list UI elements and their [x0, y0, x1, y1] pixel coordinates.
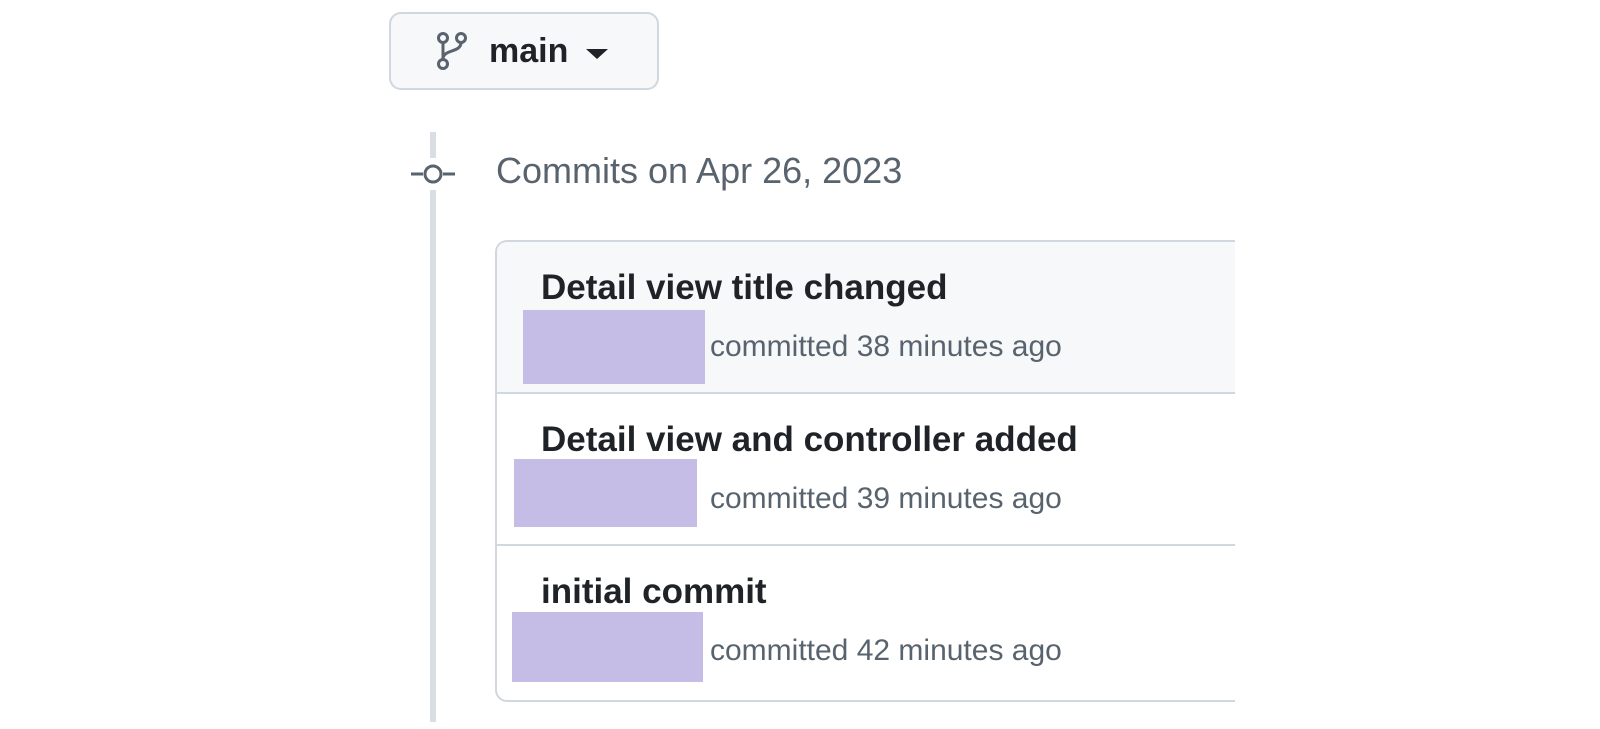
- commit-title-link[interactable]: Detail view and controller added: [541, 420, 1078, 460]
- caret-down-icon: [586, 49, 609, 59]
- commit-title-link[interactable]: Detail view title changed: [541, 268, 948, 308]
- commit-meta: committed 42 minutes ago: [710, 634, 1062, 667]
- commit-title-link[interactable]: initial commit: [541, 572, 767, 612]
- author-redacted: [514, 459, 697, 527]
- commit-group-heading: Commits on Apr 26, 2023: [496, 150, 903, 191]
- git-branch-icon: [437, 32, 467, 70]
- commit-meta: committed 39 minutes ago: [710, 482, 1062, 515]
- branch-name: main: [489, 31, 569, 70]
- commit-row[interactable]: Detail view title changed committed 38 m…: [497, 242, 1235, 394]
- git-commit-icon: [409, 158, 457, 190]
- timeline-line: [430, 132, 436, 722]
- author-redacted: [523, 310, 705, 384]
- commit-meta: committed 38 minutes ago: [710, 330, 1062, 363]
- commit-list: Detail view title changed committed 38 m…: [495, 240, 1235, 702]
- branch-selector-button[interactable]: main: [389, 12, 659, 90]
- author-redacted: [512, 612, 703, 682]
- commit-row[interactable]: initial commit committed 42 minutes ago: [497, 546, 1235, 698]
- commit-row[interactable]: Detail view and controller added committ…: [497, 394, 1235, 546]
